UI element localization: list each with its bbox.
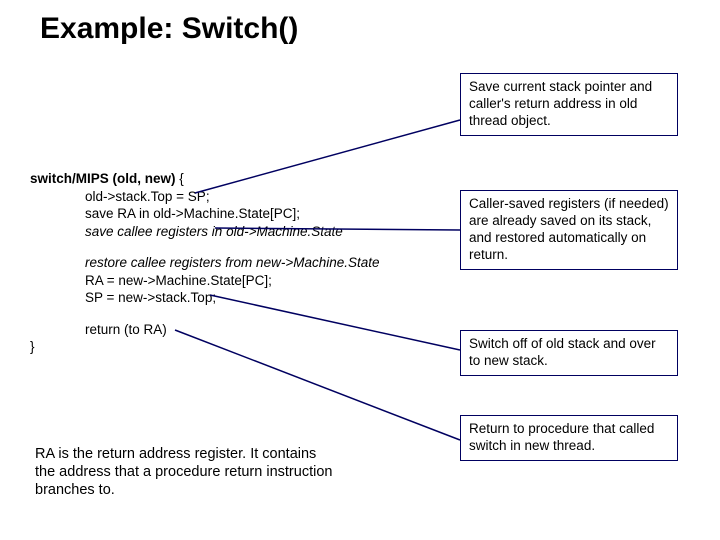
code-line: save RA in old->Machine.State[PC];	[30, 205, 380, 223]
text-bold: old	[546, 336, 564, 351]
note-switch-stack: Switch off of old stack and over to new …	[460, 330, 678, 376]
text-bold: return address	[97, 446, 191, 462]
code-line: }	[30, 338, 380, 356]
text: Caller-saved registers (if needed) are a…	[469, 196, 669, 262]
blank-line	[30, 240, 380, 254]
slide-title: Example: Switch()	[40, 12, 298, 46]
text-bold: new	[525, 438, 550, 453]
code-line: restore callee registers from new->Machi…	[30, 254, 380, 272]
ra-footnote: RA is the return address register. It co…	[35, 445, 335, 499]
code-text: {	[176, 171, 184, 186]
note-caller-saved: Caller-saved registers (if needed) are a…	[460, 190, 678, 270]
code-line: return (to RA)	[30, 321, 380, 339]
code-text: switch/MIPS (old, new)	[30, 171, 176, 186]
blank-line	[30, 307, 380, 321]
text: thread object.	[469, 113, 551, 128]
code-line: switch/MIPS (old, new) {	[30, 170, 380, 188]
text: RA is the	[35, 446, 97, 462]
note-return: Return to procedure that called switch i…	[460, 415, 678, 461]
text-bold: .	[591, 438, 595, 453]
text-bold: old	[619, 96, 637, 111]
text-bold: new	[484, 353, 509, 368]
code-line: save callee registers in old->Machine.St…	[30, 223, 380, 241]
code-line: SP = new->stack.Top;	[30, 289, 380, 307]
code-block: switch/MIPS (old, new) { old->stack.Top …	[30, 170, 380, 356]
code-text: save callee registers in old->Machine.St…	[85, 224, 343, 239]
code-line: old->stack.Top = SP;	[30, 188, 380, 206]
text-bold: return	[224, 464, 262, 480]
text: thread	[549, 438, 591, 453]
text: stack.	[509, 353, 548, 368]
code-text: restore callee registers from new->Machi…	[85, 255, 380, 270]
note-save-stack: Save current stack pointer and caller's …	[460, 73, 678, 136]
text: Switch off of	[469, 336, 546, 351]
code-line: RA = new->Machine.State[PC];	[30, 272, 380, 290]
